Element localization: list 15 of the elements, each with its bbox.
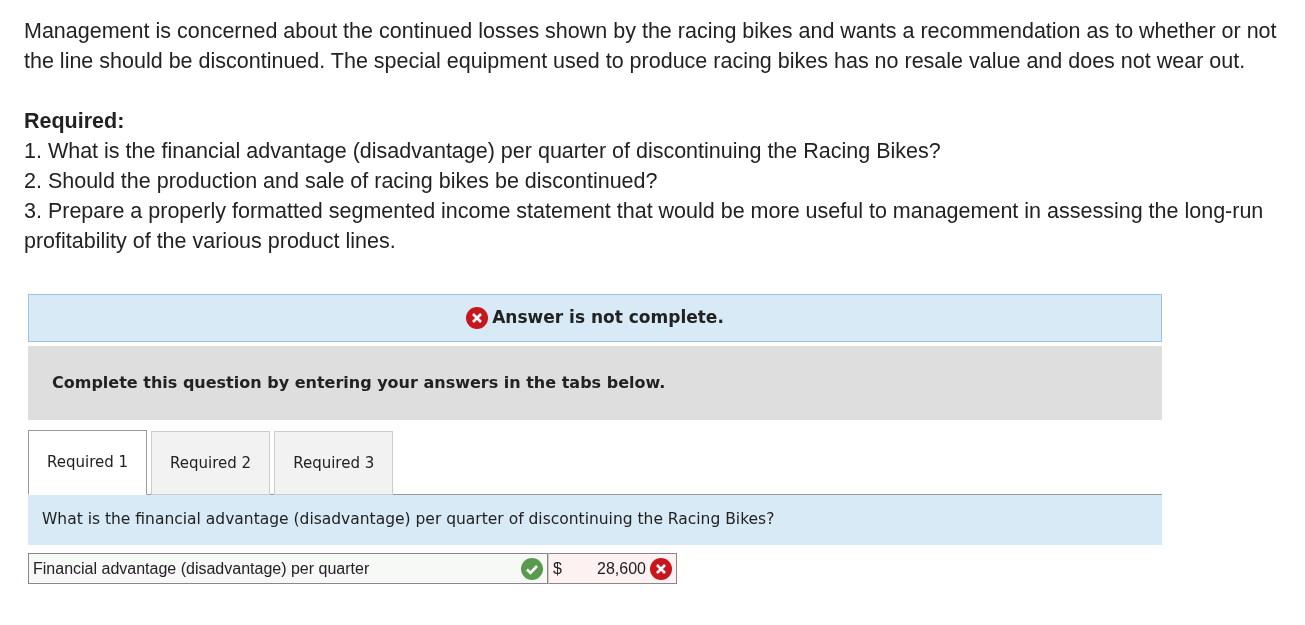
question-text: What is the financial advantage (disadvantage) per quarter of discontinuing the Racing Bikes? [42, 509, 775, 531]
answer-value: 28,600 [597, 558, 646, 579]
answer-label: Financial advantage (disadvantage) per quarter [33, 558, 370, 579]
currency-sign: $ [553, 558, 562, 579]
instructions-text: Complete this question by entering your answers in the tabs below. [52, 372, 666, 394]
tab[interactable]: Required 3 [274, 431, 394, 495]
requirement-text: 2. Should the production and sale of racing bikes be discontinued? [24, 168, 659, 195]
answer-value-field[interactable]: $ 28,600 [548, 553, 677, 584]
status-text: Answer is not complete. [492, 306, 724, 330]
tab[interactable]: Required 1 [28, 430, 148, 495]
tab[interactable]: Required 2 [151, 431, 271, 495]
requirement-text: 1. What is the financial advantage (disadvantage) per quarter of discontinuing the Racing Bikes? [24, 138, 942, 165]
required-heading: Required: [24, 108, 126, 135]
intro-paragraph: Management is concerned about the continued losses shown by the racing bikes and wants a recommendation as to whether or not the line should be discontinued. The special equipment used to produce racing bikes has no resale value and does not wear out. [24, 18, 1278, 75]
requirement-text: 3. Prepare a properly formatted segmented income statement that would be more useful to management in assessing the long-run profitability of the various product lines. [24, 198, 1265, 255]
